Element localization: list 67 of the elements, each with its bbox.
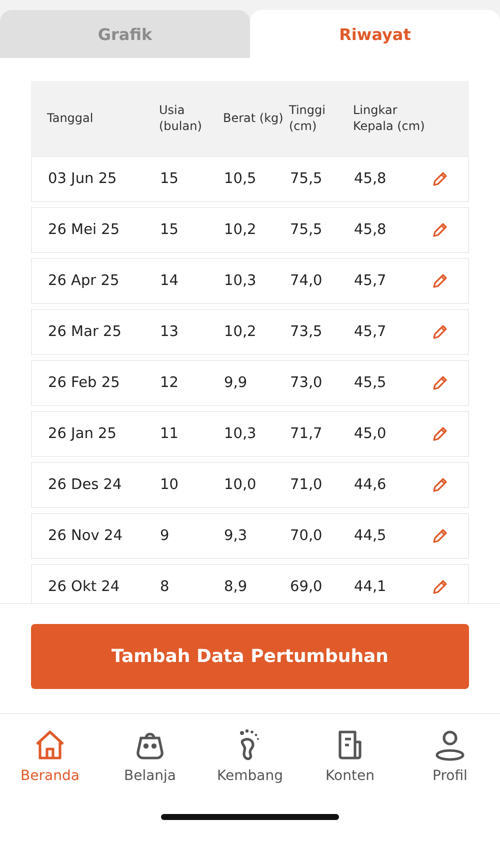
table-cell-text: 10,3 [224, 273, 258, 289]
table-cell-text: 12 [160, 375, 180, 391]
table-cell-text: 26 Des 24 [48, 477, 123, 493]
table-cell-text: 73,0 [290, 375, 324, 391]
table-cell-text: 26 Mar 25 [48, 324, 122, 340]
pencil-icon[interactable] [432, 222, 448, 238]
table-cell-text: 45,7 [354, 273, 388, 289]
column-header: Lingkar Kepala (cm) [353, 102, 426, 134]
nav-item[interactable]: Konten [300, 728, 400, 784]
table-cell-text: 10 [160, 477, 180, 493]
table-cell-text: 10,5 [224, 171, 258, 187]
table-cell-text: 44,1 [354, 579, 388, 595]
nav-item[interactable]: Beranda [0, 728, 100, 784]
table-cell-text: 73,5 [290, 324, 324, 340]
add-growth-data-button[interactable]: Tambah Data Pertumbuhan [31, 624, 469, 689]
table-cell-text: 26 Jan 25 [48, 426, 118, 442]
column-header: Berat (kg) [223, 110, 284, 126]
table-cell-text: 45,8 [354, 171, 388, 187]
profile-icon [433, 728, 467, 762]
table-cell-text: 70,0 [290, 528, 324, 544]
table-cell-text: 10,2 [224, 324, 258, 340]
table-cell-text: 26 Mei 25 [48, 222, 121, 238]
nav-item[interactable]: Kembang [200, 728, 300, 784]
nav-item[interactable]: Belanja [100, 728, 200, 784]
table-cell-text: 75,5 [290, 222, 324, 238]
nav-item[interactable]: Profil [400, 728, 500, 784]
table-cell-text: 26 Nov 24 [48, 528, 124, 544]
table-cell-text: 26 Okt 24 [48, 579, 121, 595]
pencil-icon[interactable] [432, 171, 448, 187]
table-cell-text: 75,5 [290, 171, 324, 187]
pencil-icon[interactable] [432, 477, 448, 493]
table-cell-text: 26 Feb 25 [48, 375, 121, 391]
table-cell-text: 03 Jun 25 [48, 171, 118, 187]
table-cell-text: 10,2 [224, 222, 258, 238]
pencil-icon[interactable] [432, 324, 448, 340]
table-cell-text: 69,0 [290, 579, 324, 595]
column-header: Tanggal [47, 110, 94, 126]
table-cell-text: 71,7 [290, 426, 324, 442]
pencil-icon[interactable] [432, 426, 448, 442]
table-cell-text: 45,0 [354, 426, 388, 442]
table-cell-text: 15 [160, 222, 180, 238]
tab[interactable]: Riwayat [250, 10, 500, 58]
table-cell-text: 26 Apr 25 [48, 273, 120, 289]
table-cell-text: 44,5 [354, 528, 388, 544]
table-cell-text: 15 [160, 171, 180, 187]
table-cell-text: 45,5 [354, 375, 388, 391]
table-cell-text: 14 [160, 273, 180, 289]
table-cell-text: 9,9 [224, 375, 248, 391]
column-header: Tinggi (cm) [289, 102, 326, 134]
pencil-icon[interactable] [432, 579, 448, 595]
table-cell-text: 9,3 [224, 528, 248, 544]
table-cell-text: 13 [160, 324, 180, 340]
table-cell-text: 71,0 [290, 477, 324, 493]
table-cell-text: 10,3 [224, 426, 258, 442]
table-cell-text: 45,7 [354, 324, 388, 340]
table-cell-text: 44,6 [354, 477, 388, 493]
pencil-icon[interactable] [432, 273, 448, 289]
table-cell-text: 8 [160, 579, 170, 595]
table-cell-text: 8,9 [224, 579, 248, 595]
table-cell-text: 45,8 [354, 222, 388, 238]
table-cell-text: 9 [160, 528, 170, 544]
table-cell-text: 10,0 [224, 477, 258, 493]
pencil-icon[interactable] [432, 528, 448, 544]
column-header: Usia (bulan) [159, 102, 203, 134]
table-cell-text: 74,0 [290, 273, 324, 289]
table-cell-text: 11 [160, 426, 180, 442]
pencil-icon[interactable] [432, 375, 448, 391]
